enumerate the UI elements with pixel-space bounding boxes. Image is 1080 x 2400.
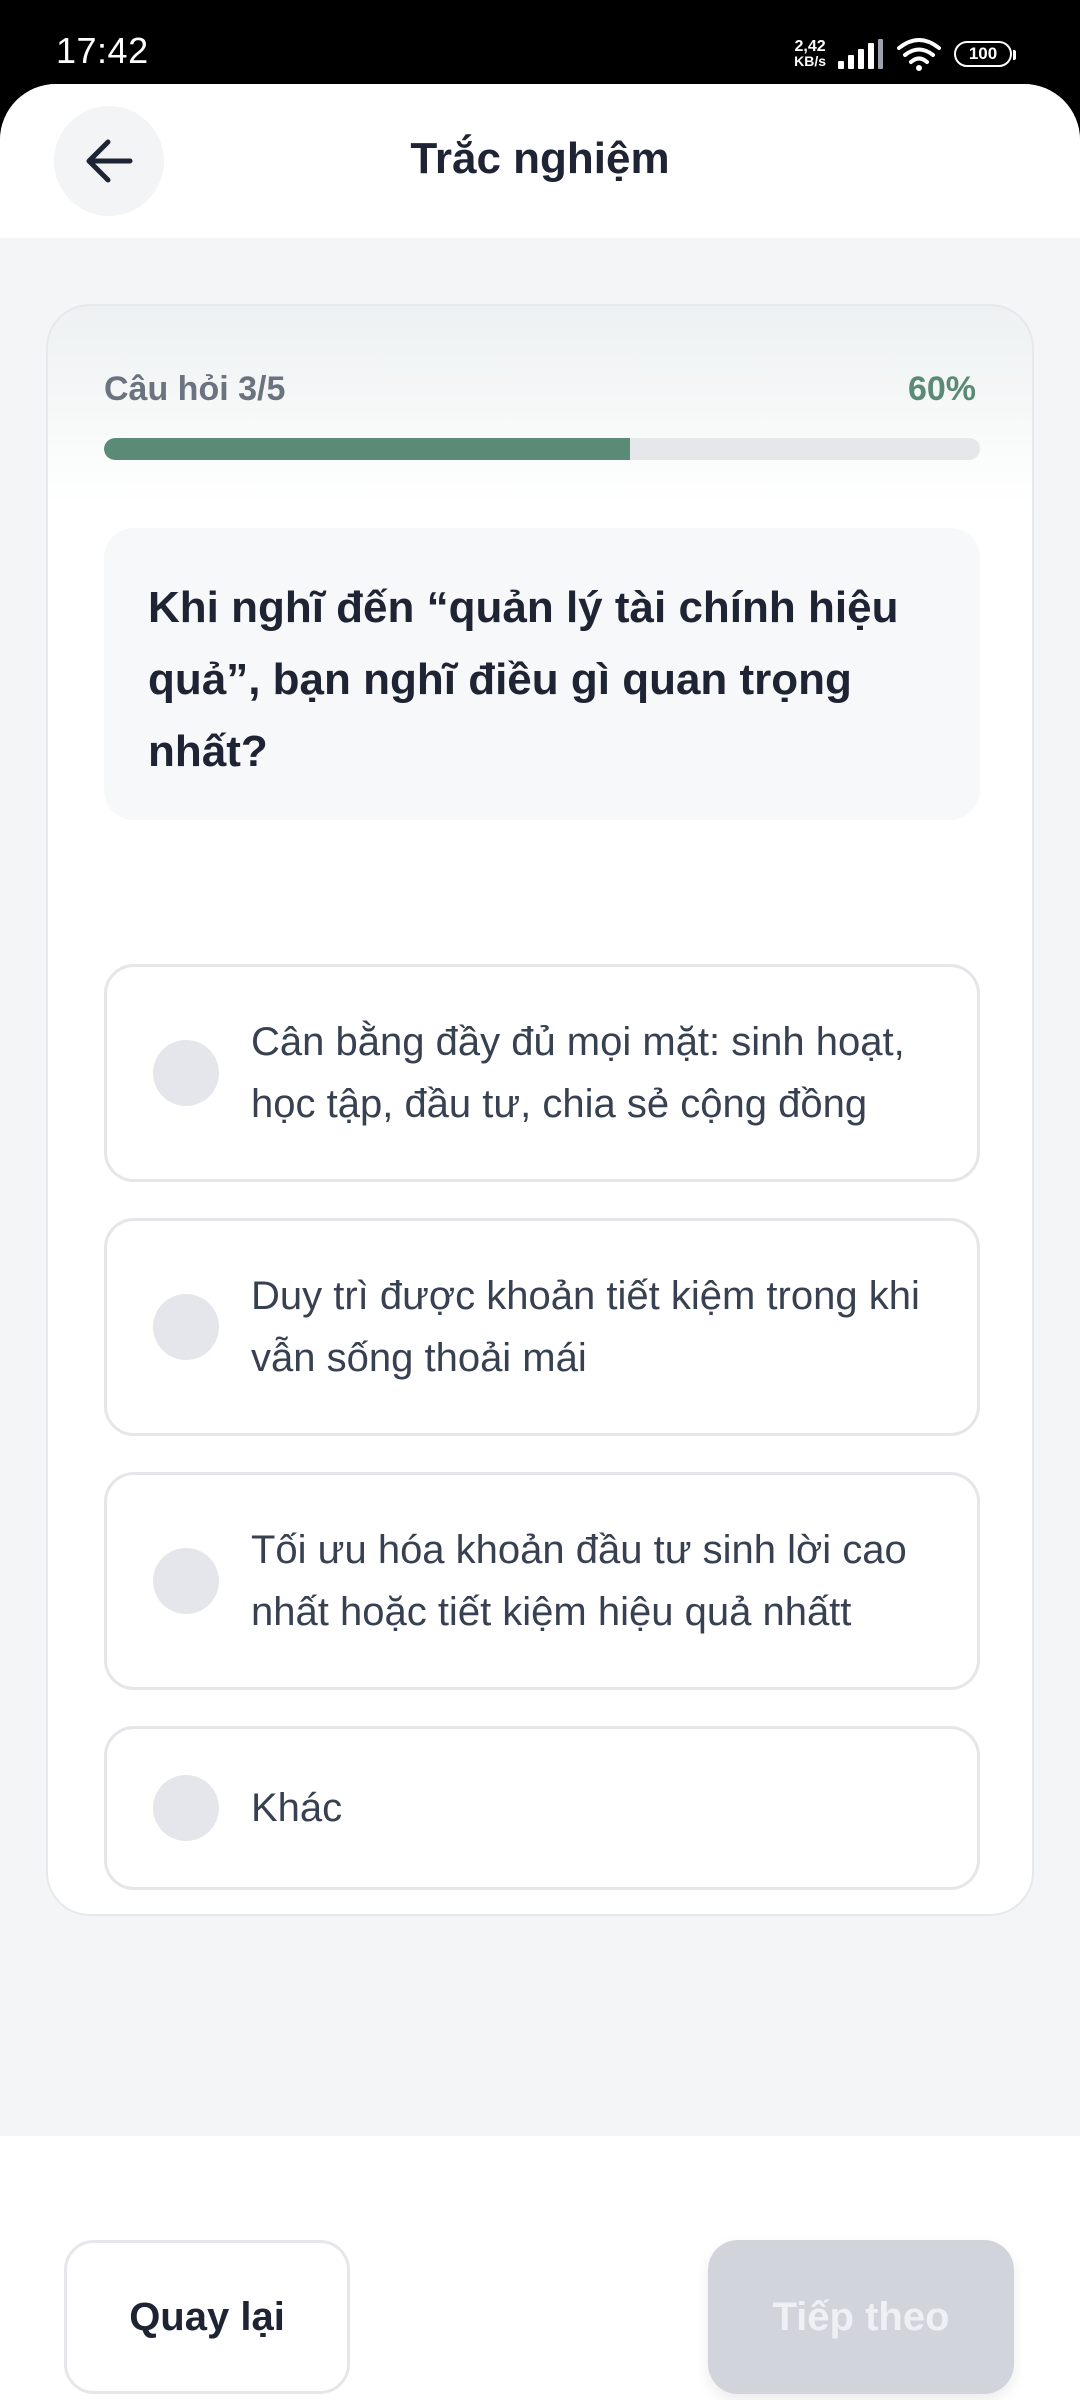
answer-option[interactable]: Khác — [104, 1726, 980, 1890]
answer-option[interactable]: Tối ưu hóa khoản đầu tư sinh lời cao nhấ… — [104, 1472, 980, 1690]
progress-label: Câu hỏi 3/5 — [104, 370, 286, 408]
next-button[interactable]: Tiếp theo — [708, 2240, 1014, 2394]
radio-button[interactable] — [153, 1548, 219, 1614]
wifi-icon — [897, 38, 941, 71]
progress-bar-fill — [104, 438, 630, 460]
answer-option-label: Tối ưu hóa khoản đầu tư sinh lời cao nhấ… — [251, 1528, 907, 1634]
network-speed: 2,42 KB/s — [794, 39, 826, 69]
question-box: Khi nghĩ đến “quản lý tài chính hiệu quả… — [104, 528, 980, 820]
radio-button[interactable] — [153, 1775, 219, 1841]
network-speed-unit: KB/s — [794, 53, 826, 69]
progress-bar — [104, 438, 980, 460]
status-bar: 17:42 2,42 KB/s 100 — [0, 0, 1080, 86]
network-speed-value: 2,42 — [794, 38, 826, 55]
signal-icon — [838, 39, 883, 69]
answer-option[interactable]: Duy trì được khoản tiết kiệm trong khi v… — [104, 1218, 980, 1436]
status-icons: 2,42 KB/s 100 — [794, 34, 1016, 74]
progress-percent: 60% — [907, 370, 976, 408]
radio-button[interactable] — [153, 1040, 219, 1106]
answer-option-label: Khác — [251, 1786, 343, 1830]
answer-option-label: Cân bằng đầy đủ mọi mặt: sinh hoạt, học … — [251, 1020, 905, 1126]
status-time: 17:42 — [56, 30, 149, 71]
app-header: Trắc nghiệm — [0, 84, 1080, 238]
footer-bar: Quay lại Tiếp theo — [0, 2136, 1080, 2400]
radio-button[interactable] — [153, 1294, 219, 1360]
answer-option-label: Duy trì được khoản tiết kiệm trong khi v… — [251, 1274, 920, 1380]
question-text: Khi nghĩ đến “quản lý tài chính hiệu quả… — [148, 583, 899, 776]
page-title: Trắc nghiệm — [410, 134, 670, 183]
previous-button[interactable]: Quay lại — [64, 2240, 350, 2394]
app-screen: Trắc nghiệm Câu hỏi 3/5 60% Khi nghĩ đến… — [0, 84, 1080, 2400]
answer-option[interactable]: Cân bằng đầy đủ mọi mặt: sinh hoạt, học … — [104, 964, 980, 1182]
quiz-card: Câu hỏi 3/5 60% Khi nghĩ đến “quản lý tà… — [46, 304, 1034, 1916]
battery-icon: 100 — [954, 41, 1016, 67]
